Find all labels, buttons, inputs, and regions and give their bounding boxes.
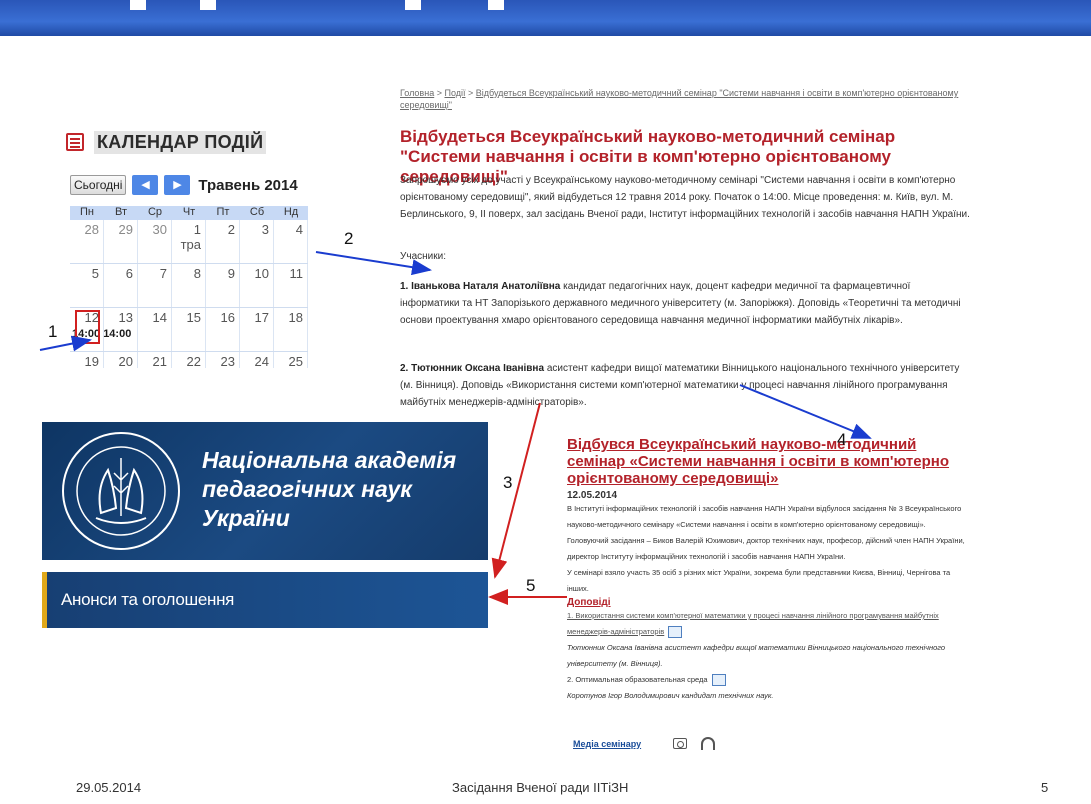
event-title[interactable]: Відбувся Всеукраїнський науково-методичн… xyxy=(567,436,967,487)
calendar-day[interactable]: 10 xyxy=(240,264,274,307)
calendar-day[interactable]: 9 xyxy=(206,264,240,307)
calendar-icon xyxy=(66,133,84,151)
calendar-day[interactable]: 2 xyxy=(206,220,240,263)
weekday-label: Вт xyxy=(114,206,127,218)
report-link[interactable]: 1. Використання системи комп'ютерної мат… xyxy=(567,611,939,636)
breadcrumb-home[interactable]: Головна xyxy=(400,88,434,98)
annotation-number: 2 xyxy=(344,229,354,248)
next-month-button[interactable]: ▶ xyxy=(164,175,191,195)
footer-title: Засідання Вченої ради ІІТіЗН xyxy=(452,780,629,795)
calendar-nav: Сьогодні ◀ ▶ Травень 2014 xyxy=(62,174,314,196)
calendar-day[interactable]: 11 xyxy=(274,264,308,307)
calendar-grid: Пн Вт Ср Чт Пт Сб Нд 28 29 30 1 тра 2 3 … xyxy=(70,206,308,368)
calendar-day[interactable]: 23 xyxy=(206,352,240,368)
calendar-day[interactable]: 14 xyxy=(138,308,172,351)
event-text-2: Головуючий засідання – Биков Валерій Юхи… xyxy=(567,536,965,561)
weekday-label: Ср xyxy=(147,206,163,218)
calendar-week: 5 6 7 8 9 10 11 xyxy=(70,264,308,308)
annotation-number: 5 xyxy=(526,576,536,595)
today-button[interactable]: Сьогодні xyxy=(70,175,127,195)
calendar-day[interactable]: 3 xyxy=(240,220,274,263)
page-number: 5 xyxy=(1041,780,1049,795)
calendar-day[interactable]: 16 xyxy=(206,308,240,351)
calendar-week: 19 20 21 22 23 24 25 xyxy=(70,352,308,368)
reports-label: Доповіді xyxy=(567,597,611,608)
annotation-number: 4 xyxy=(837,430,847,449)
weekday-label: Пн xyxy=(80,206,94,218)
banner-glyph xyxy=(488,0,504,10)
report-2-author: Коротунов Ігор Володимирович кандидат те… xyxy=(567,691,774,700)
calendar-day[interactable]: 28 xyxy=(70,220,104,263)
external-link-icon[interactable] xyxy=(668,626,683,639)
prev-month-button[interactable]: ◀ xyxy=(132,175,159,195)
calendar-day[interactable]: 22 xyxy=(172,352,206,368)
breadcrumb: Головна > Події > Відбудеться Всеукраїнс… xyxy=(400,88,959,110)
event-news: Відбувся Всеукраїнський науково-методичн… xyxy=(567,436,967,704)
month-label: Травень 2014 xyxy=(198,176,298,194)
chevron-right-icon: ▶ xyxy=(173,179,182,191)
calendar-day[interactable]: 17 xyxy=(240,308,274,351)
headphones-icon[interactable] xyxy=(701,737,716,750)
calendar-week: 28 29 30 1 тра 2 3 4 xyxy=(70,220,308,264)
banner-glyph xyxy=(405,0,421,10)
calendar-day[interactable]: 21 xyxy=(138,352,172,368)
media-row: Медіа семінару xyxy=(573,737,716,750)
highlight-box xyxy=(75,310,100,344)
chevron-left-icon: ◀ xyxy=(141,179,150,191)
announcements-label: Анонси та оголошення xyxy=(61,590,235,609)
annotation-number: 3 xyxy=(503,473,513,492)
breadcrumb-events[interactable]: Події xyxy=(444,88,465,98)
top-banner xyxy=(0,0,1091,36)
external-link-icon[interactable] xyxy=(711,674,726,687)
banner-glyph xyxy=(130,0,146,10)
academy-name: Національна академія педагогічних наук У… xyxy=(202,447,457,531)
weekday-label: Чт xyxy=(182,206,196,218)
event-date: 12.05.2014 xyxy=(567,490,618,501)
weekday-label: Нд xyxy=(283,206,299,218)
report-1-author: Тютюнник Оксана Іванівна асистент кафедр… xyxy=(567,643,946,668)
participants-label: Учасники: xyxy=(400,251,446,262)
calendar-day[interactable]: 19 xyxy=(70,352,104,368)
calendar-day[interactable]: 20 xyxy=(104,352,138,368)
banner-glyph xyxy=(200,0,216,10)
calendar-day[interactable]: 24 xyxy=(240,352,274,368)
announcements-banner[interactable]: Анонси та оголошення xyxy=(42,572,488,628)
event-text-1: В Інституті інформаційних технологій і з… xyxy=(567,504,962,529)
calendar-day[interactable]: 18 xyxy=(274,308,308,351)
participant-name: 1. Іванькова Наталя Анатоліївна xyxy=(400,281,561,292)
participant-2: 2. Тютюнник Оксана Іванівна асистент каф… xyxy=(400,360,970,411)
weekday-label: Пт xyxy=(216,206,230,218)
arrow-3 xyxy=(491,402,541,579)
calendar-week: 12 13 14 15 16 17 18 14:00 14:00 xyxy=(70,308,308,352)
news-body: Запрошуємо усіх до участі у Всеукраїнськ… xyxy=(400,175,970,220)
weekday-header: Пн Вт Ср Чт Пт Сб Нд xyxy=(70,206,308,220)
calendar-day[interactable]: 4 xyxy=(274,220,308,263)
breadcrumb-current[interactable]: Відбудеться Всеукраїнський науково-метод… xyxy=(400,88,958,110)
report-1: 1. Використання системи комп'ютерної мат… xyxy=(567,608,967,640)
calendar-header: КАЛЕНДАР ПОДІЙ xyxy=(62,128,314,156)
calendar-day[interactable]: 25 xyxy=(274,352,308,368)
calendar-day[interactable]: 5 xyxy=(70,264,104,307)
annotation-number: 1 xyxy=(48,322,58,341)
academy-banner[interactable]: Національна академія педагогічних наук У… xyxy=(42,422,488,560)
event-text-3: У семінарі взяло участь 35 осіб з різних… xyxy=(567,568,951,593)
calendar-day[interactable]: 15 xyxy=(172,308,206,351)
calendar-day[interactable]: 30 xyxy=(138,220,172,263)
academy-logo xyxy=(62,432,180,550)
calendar-day[interactable]: 8 xyxy=(172,264,206,307)
calendar-title: КАЛЕНДАР ПОДІЙ xyxy=(94,130,267,154)
report-link[interactable]: 2. Оптимальная образовательная среда xyxy=(567,675,708,684)
report-2: 2. Оптимальная образовательная среда xyxy=(567,672,967,688)
calendar-day[interactable]: 29 xyxy=(104,220,138,263)
media-link[interactable]: Медіа семінару xyxy=(573,739,641,749)
footer-date: 29.05.2014 xyxy=(76,780,142,795)
participant-name: 2. Тютюнник Оксана Іванівна xyxy=(400,363,545,374)
camera-icon[interactable] xyxy=(673,738,688,749)
participant-1: 1. Іванькова Наталя Анатоліївна кандидат… xyxy=(400,278,970,329)
calendar-day[interactable]: 7 xyxy=(138,264,172,307)
weekday-label: Сб xyxy=(249,206,265,218)
calendar-day[interactable]: 6 xyxy=(104,264,138,307)
calendar-day[interactable]: 1 тра xyxy=(172,220,206,263)
